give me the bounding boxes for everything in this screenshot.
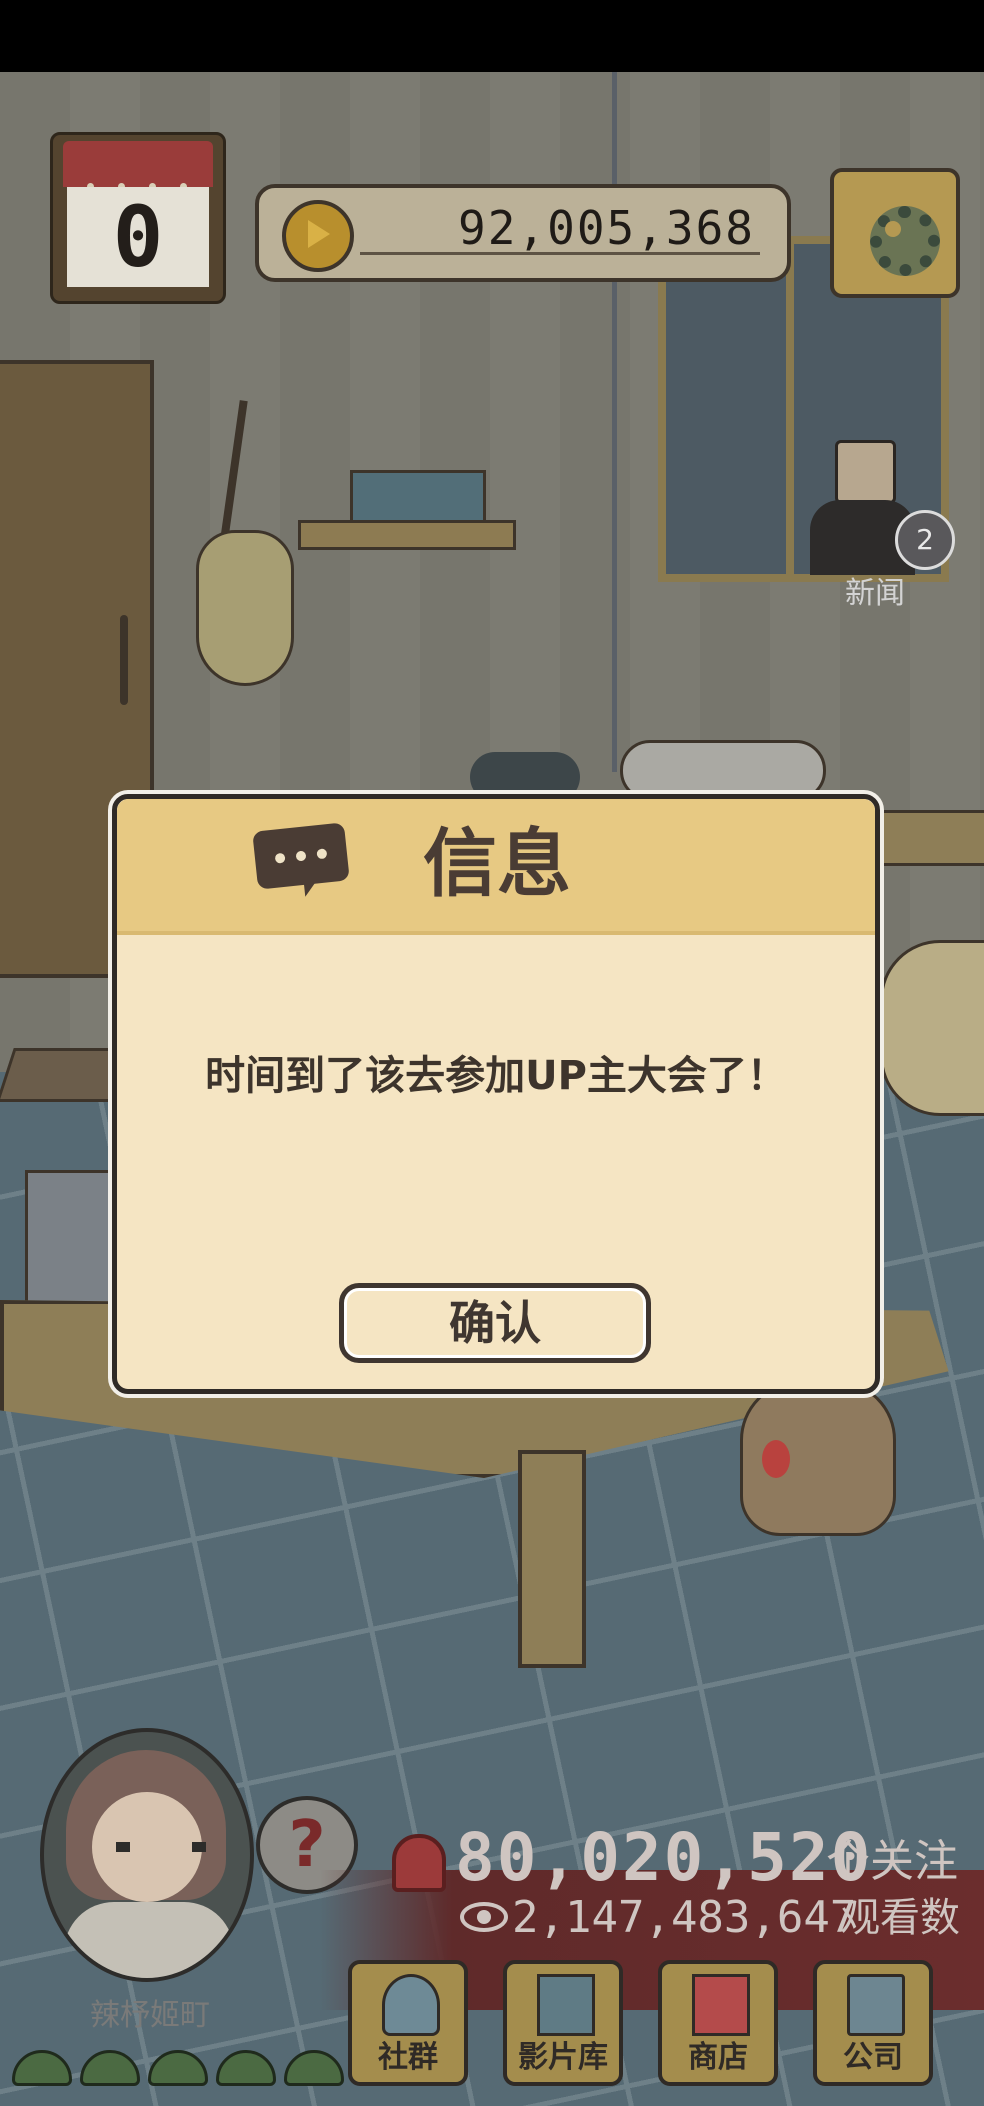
shoe-icon bbox=[80, 2050, 140, 2086]
cat-sleeping bbox=[880, 940, 984, 1116]
dialog-message: 时间到了该去参加UP主大会了！ bbox=[205, 1053, 787, 1099]
avatar-eyes bbox=[116, 1842, 206, 1852]
followers-count: 80,020,520 bbox=[455, 1819, 873, 1896]
hanging-bag bbox=[196, 530, 294, 686]
nav-label: 社群 bbox=[378, 2040, 438, 2075]
info-dialog: 信息 时间到了该去参加UP主大会了！ 确认 bbox=[112, 794, 880, 1394]
coin-balance: 92,005,368 bbox=[458, 201, 755, 255]
character-avatar[interactable] bbox=[40, 1728, 254, 1982]
nav-label: 商店 bbox=[688, 2040, 748, 2075]
shop-icon bbox=[692, 1974, 750, 2036]
dog-tongue bbox=[762, 1440, 790, 1478]
views-count: 2,147,483,647 bbox=[512, 1892, 857, 1943]
character-name: 辣杼姬町 bbox=[90, 1998, 210, 2033]
rug bbox=[0, 1048, 130, 1102]
stamina-shoes bbox=[12, 2050, 352, 2090]
nav-company-button[interactable]: 公司 bbox=[813, 1960, 933, 2086]
shoe-icon bbox=[284, 2050, 344, 2086]
shoe-icon bbox=[12, 2050, 72, 2086]
bell-icon bbox=[392, 1834, 446, 1892]
gear-center bbox=[885, 221, 901, 237]
day-count: 0 bbox=[112, 188, 164, 286]
day-calendar: 0 bbox=[50, 132, 226, 304]
dialog-title: 信息 bbox=[423, 821, 571, 907]
confirm-button[interactable]: 确认 bbox=[339, 1283, 651, 1363]
pillow bbox=[620, 740, 826, 801]
coin-play-icon bbox=[282, 200, 354, 272]
nav-shop-button[interactable]: 商店 bbox=[658, 1960, 778, 2086]
avatar-body bbox=[64, 1902, 234, 1978]
chat-bubble-icon bbox=[252, 822, 350, 890]
door-handle bbox=[120, 615, 128, 705]
eye-icon bbox=[460, 1902, 508, 1932]
shoe-icon bbox=[148, 2050, 208, 2086]
window-frame-bar bbox=[786, 236, 794, 582]
gear-icon bbox=[870, 206, 940, 276]
wall-shelf bbox=[298, 520, 516, 550]
company-icon bbox=[847, 1974, 905, 2036]
shoe-icon bbox=[216, 2050, 276, 2086]
followers-label: 个关注 bbox=[826, 1836, 958, 1887]
wall-corner bbox=[612, 72, 617, 772]
news-count-badge[interactable]: 2 bbox=[895, 510, 955, 570]
nav-label: 公司 bbox=[843, 2040, 903, 2075]
reporter-head bbox=[835, 440, 896, 504]
dialog-header: 信息 bbox=[117, 799, 875, 935]
nav-video-library-button[interactable]: 影片库 bbox=[503, 1960, 623, 2086]
news-label[interactable]: 新闻 bbox=[845, 568, 905, 612]
social-icon bbox=[382, 1974, 440, 2036]
video-library-icon bbox=[537, 1974, 595, 2036]
table-leg bbox=[518, 1450, 586, 1668]
nav-social-button[interactable]: 社群 bbox=[348, 1960, 468, 2086]
nav-label: 影片库 bbox=[518, 2040, 608, 2075]
views-label: 观看数 bbox=[840, 1895, 960, 1941]
